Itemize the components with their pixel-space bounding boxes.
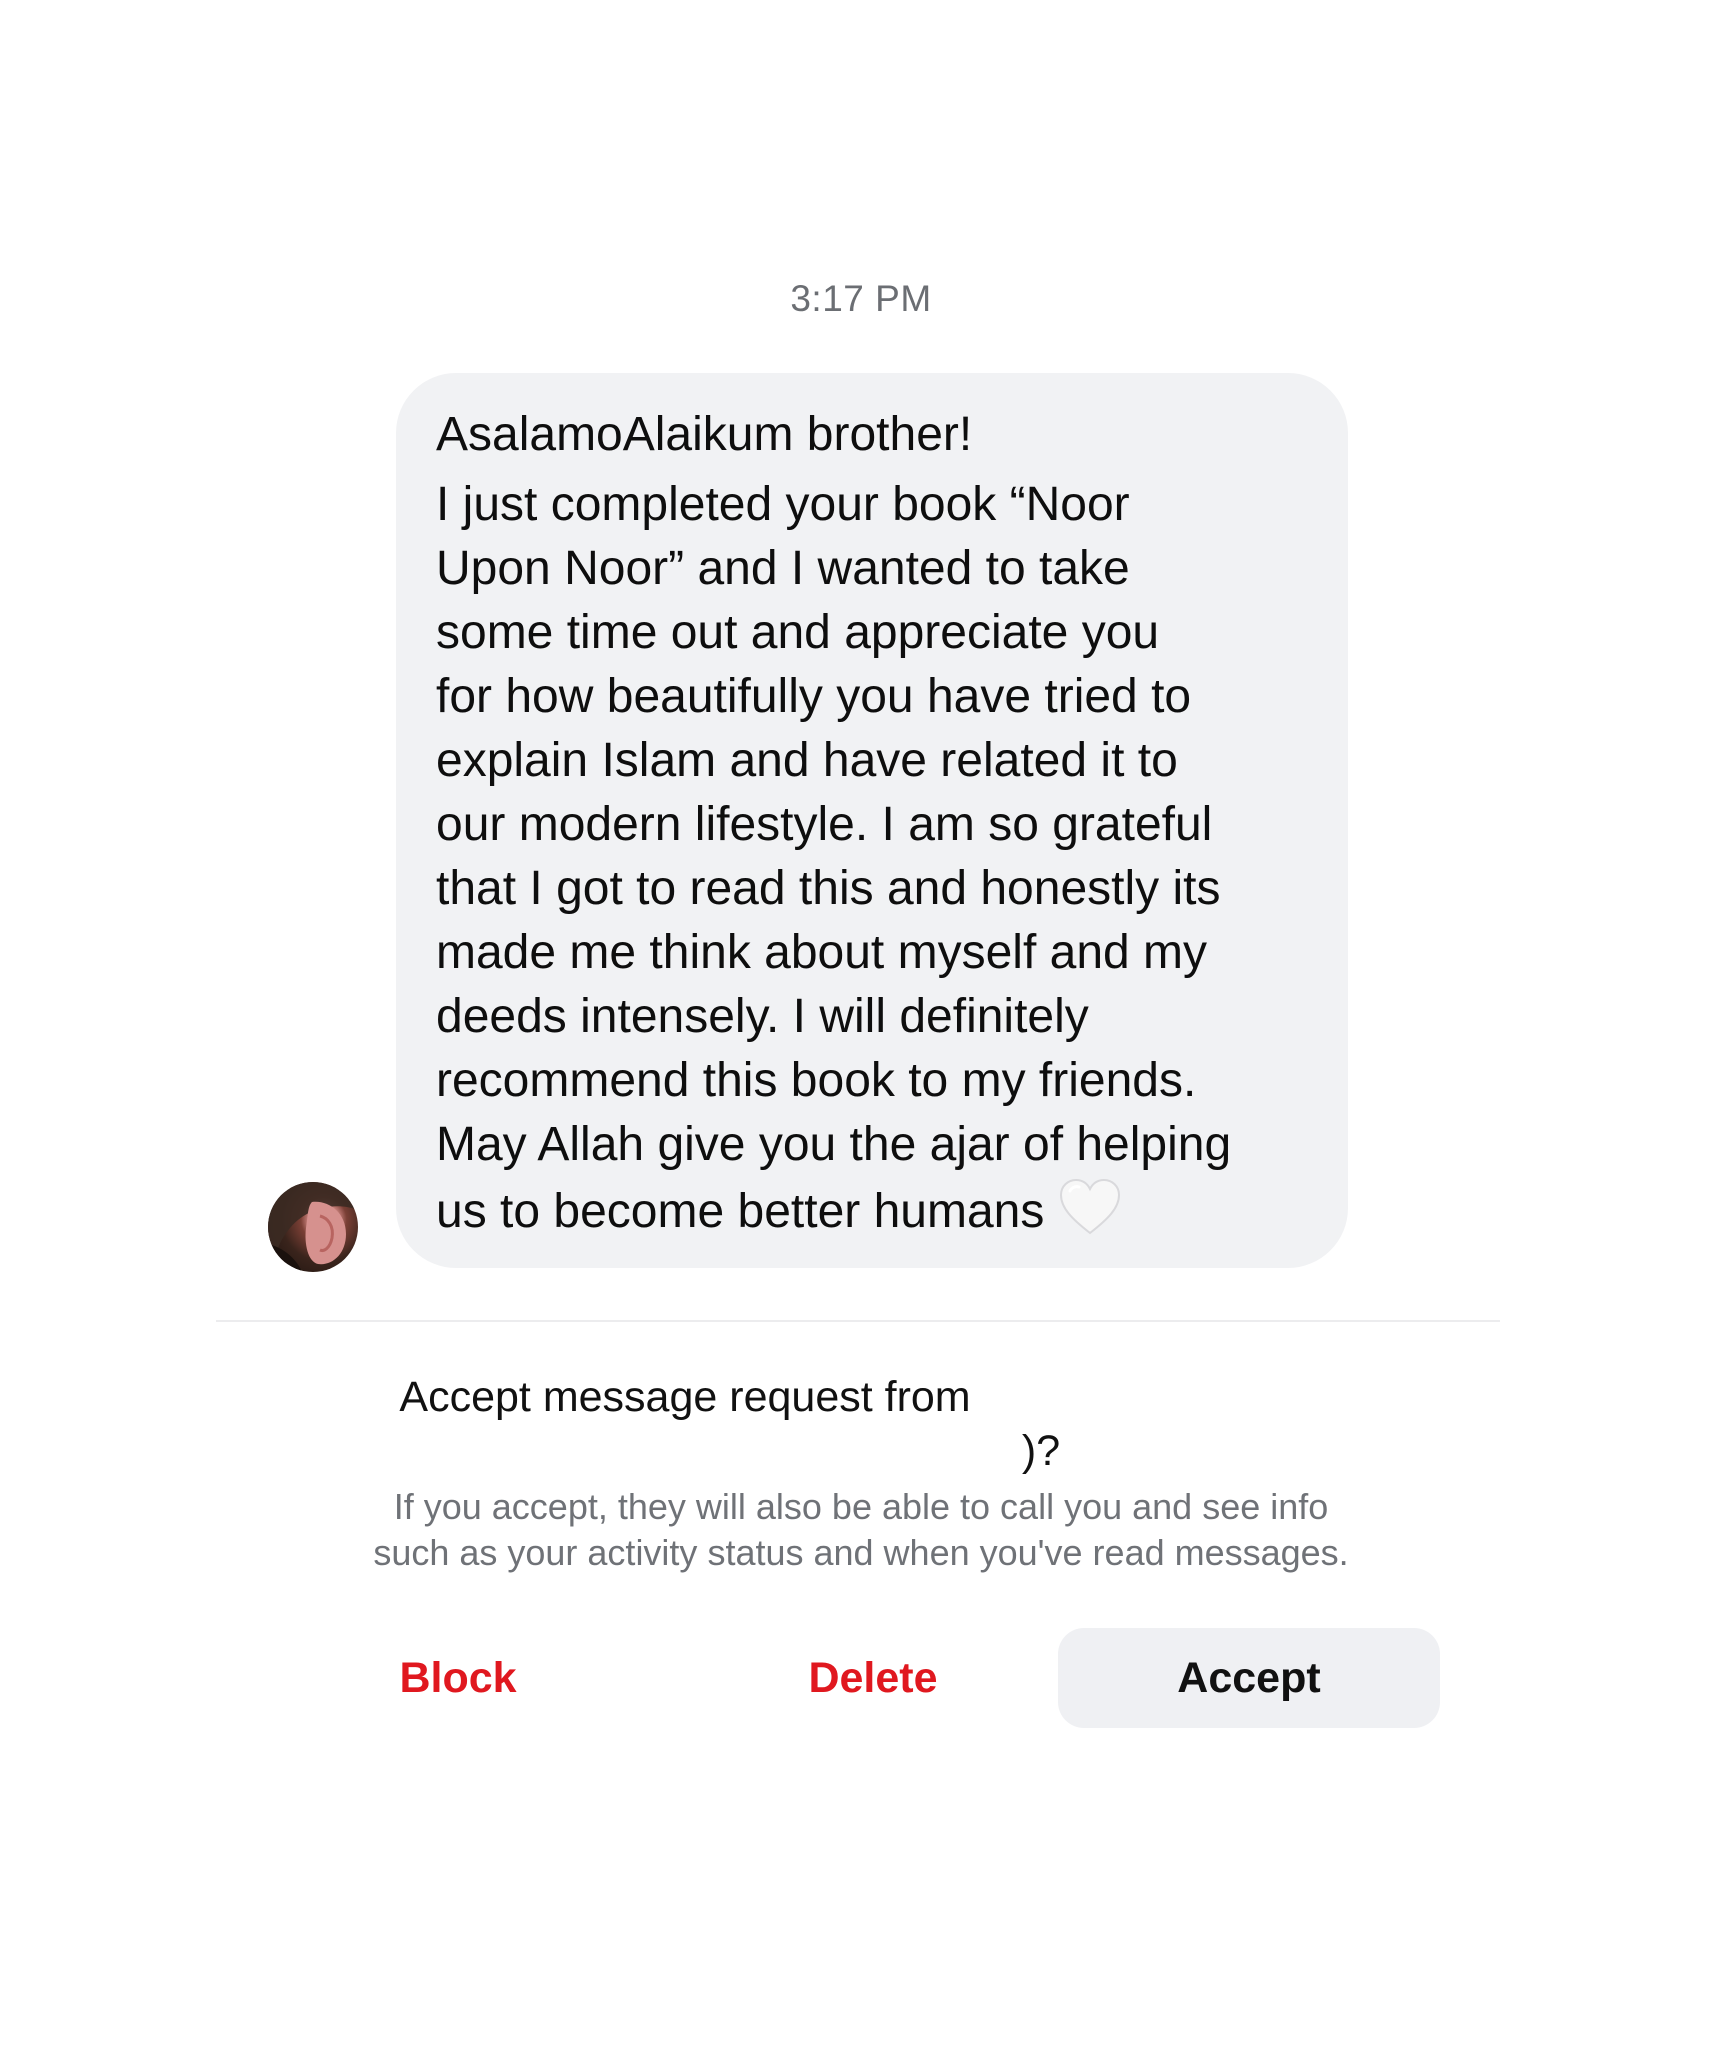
message-line: our modern lifestyle. I am so grateful — [436, 798, 1213, 851]
request-description-line: such as your activity status and when yo… — [373, 1532, 1349, 1573]
delete-button[interactable]: Delete — [758, 1628, 988, 1728]
message-line: for how beautifully you have tried to — [436, 670, 1192, 723]
avatar[interactable] — [268, 1182, 358, 1272]
divider — [216, 1320, 1500, 1322]
avatar-image — [268, 1182, 358, 1272]
message-line: some time out and appreciate you — [436, 606, 1160, 659]
request-description: If you accept, they will also be able to… — [0, 1484, 1722, 1576]
message-last-line: us to become better humans — [436, 1177, 1310, 1254]
message-line-text: us to become better humans — [436, 1185, 1045, 1238]
request-title-suffix: )? — [1021, 1427, 1061, 1475]
white-heart-icon — [1058, 1177, 1122, 1254]
message-line: May Allah give you the ajar of helping — [436, 1118, 1232, 1171]
request-title: Accept message request from )? — [0, 1370, 1722, 1478]
message-bubble[interactable]: AsalamoAlaikum brother! I just completed… — [396, 373, 1348, 1268]
message-line: recommend this book to my friends. — [436, 1054, 1197, 1107]
request-description-line: If you accept, they will also be able to… — [393, 1486, 1329, 1527]
block-button[interactable]: Block — [358, 1628, 558, 1728]
message-line: that I got to read this and honestly its — [436, 862, 1221, 915]
request-title-prefix: Accept message request from — [399, 1373, 971, 1421]
message-timestamp: 3:17 PM — [790, 278, 932, 319]
message-line: explain Islam and have related it to — [436, 734, 1178, 787]
message-line: deeds intensely. I will definitely — [436, 990, 1089, 1043]
message-greeting: AsalamoAlaikum brother! — [436, 408, 973, 461]
message-line: I just completed your book “Noor — [436, 478, 1130, 531]
message-line: Upon Noor” and I wanted to take — [436, 542, 1130, 595]
redacted-username — [982, 1379, 1323, 1420]
message-line: made me think about myself and my — [436, 926, 1208, 979]
accept-button[interactable]: Accept — [1058, 1628, 1440, 1728]
redacted-fullname — [661, 1433, 1022, 1474]
